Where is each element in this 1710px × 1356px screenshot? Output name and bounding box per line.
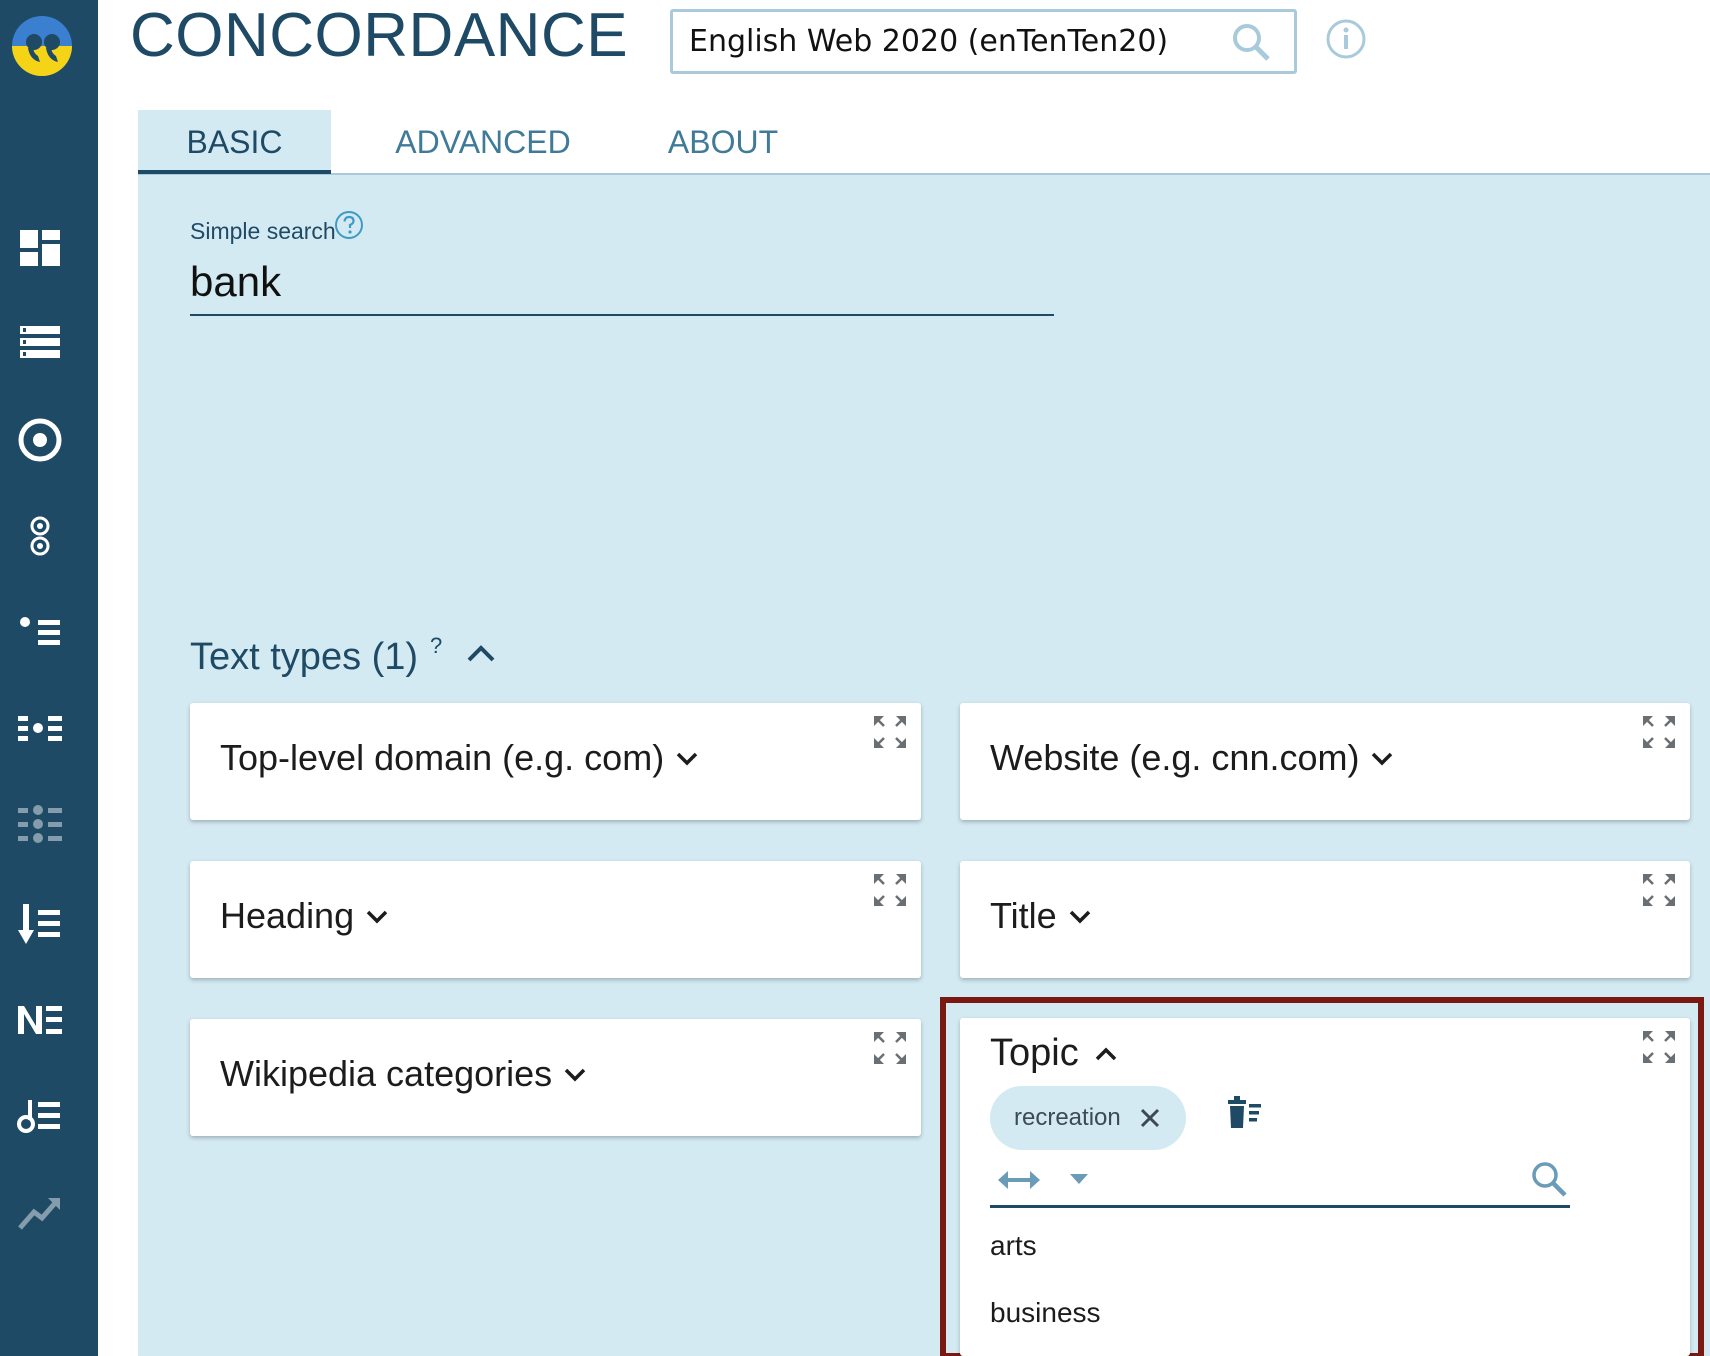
text-types-help[interactable]: ? xyxy=(430,633,442,659)
search-icon[interactable] xyxy=(1230,21,1272,63)
chevron-up-icon[interactable] xyxy=(1093,1044,1119,1064)
corpus-selector[interactable]: English Web 2020 (enTenTen20) xyxy=(670,9,1297,74)
chevron-down-icon xyxy=(564,1068,586,1082)
text-type-card-website[interactable]: Website (e.g. cnn.com) xyxy=(960,703,1690,820)
tab-bar: BASIC ADVANCED ABOUT xyxy=(138,110,1710,175)
selected-topic-chip: recreation xyxy=(990,1086,1186,1150)
caret-down-icon[interactable] xyxy=(1068,1172,1090,1186)
expand-icon[interactable] xyxy=(1640,1028,1678,1066)
sidebar xyxy=(0,0,98,1356)
chevron-down-icon xyxy=(1069,910,1090,924)
close-icon[interactable] xyxy=(1139,1107,1161,1129)
text-types-heading: Text types (1) xyxy=(190,636,419,678)
ne-icon[interactable] xyxy=(12,994,68,1046)
topic-option[interactable]: arts xyxy=(990,1230,1037,1262)
tab-basic[interactable]: BASIC xyxy=(138,110,331,174)
horizontal-arrows-icon[interactable] xyxy=(996,1166,1042,1194)
card-label: Topic xyxy=(990,1032,1079,1074)
ngram-icon[interactable] xyxy=(12,702,68,754)
search-icon[interactable] xyxy=(1530,1160,1568,1198)
card-label: Wikipedia categories xyxy=(220,1053,553,1094)
expand-icon[interactable] xyxy=(871,871,909,909)
tab-advanced[interactable]: ADVANCED xyxy=(363,110,603,174)
app-title: CONCORDANCE xyxy=(130,1,629,70)
topic-option[interactable]: business xyxy=(990,1297,1101,1329)
logo-icon[interactable] xyxy=(10,14,74,78)
simple-search-input[interactable] xyxy=(190,250,1054,316)
card-label: Top-level domain (e.g. com) xyxy=(220,737,665,778)
simple-search-label: Simple search xyxy=(190,218,336,244)
card-label: Website (e.g. cnn.com) xyxy=(990,737,1360,778)
topic-filter[interactable] xyxy=(990,1158,1570,1208)
expand-icon[interactable] xyxy=(1640,713,1678,751)
trends-icon[interactable] xyxy=(12,1186,68,1238)
list-icon[interactable] xyxy=(12,318,68,370)
tab-about[interactable]: ABOUT xyxy=(633,110,813,174)
expand-icon[interactable] xyxy=(1640,871,1678,909)
wordlist-icon[interactable] xyxy=(12,606,68,658)
double-circle-icon[interactable] xyxy=(12,510,68,562)
chevron-down-icon xyxy=(1372,752,1393,766)
card-label: Heading xyxy=(220,895,355,936)
clear-selection-icon[interactable] xyxy=(1224,1092,1264,1132)
chevron-down-icon xyxy=(676,752,698,766)
text-type-card-topic[interactable]: Topic recreation arts business xyxy=(960,1018,1690,1356)
text-type-card-heading[interactable]: Heading xyxy=(190,861,921,978)
info-icon[interactable] xyxy=(1325,18,1367,60)
help-icon[interactable] xyxy=(334,210,364,240)
text-type-card-wikipedia[interactable]: Wikipedia categories xyxy=(190,1019,921,1136)
expand-icon[interactable] xyxy=(871,713,909,751)
card-label: Title xyxy=(990,895,1057,936)
dashboard-icon[interactable] xyxy=(12,222,68,274)
numbered-list-icon[interactable] xyxy=(12,1090,68,1142)
text-type-card-tld[interactable]: Top-level domain (e.g. com) xyxy=(190,703,921,820)
target-icon[interactable] xyxy=(12,414,68,466)
corpus-name: English Web 2020 (enTenTen20) xyxy=(689,24,1169,59)
chevron-down-icon xyxy=(366,910,388,924)
chevron-up-icon[interactable] xyxy=(465,642,497,666)
keywords-icon[interactable] xyxy=(12,798,68,850)
expand-icon[interactable] xyxy=(871,1029,909,1067)
sort-list-icon[interactable] xyxy=(12,898,68,950)
chip-label: recreation xyxy=(1014,1104,1121,1131)
text-type-card-title[interactable]: Title xyxy=(960,861,1690,978)
